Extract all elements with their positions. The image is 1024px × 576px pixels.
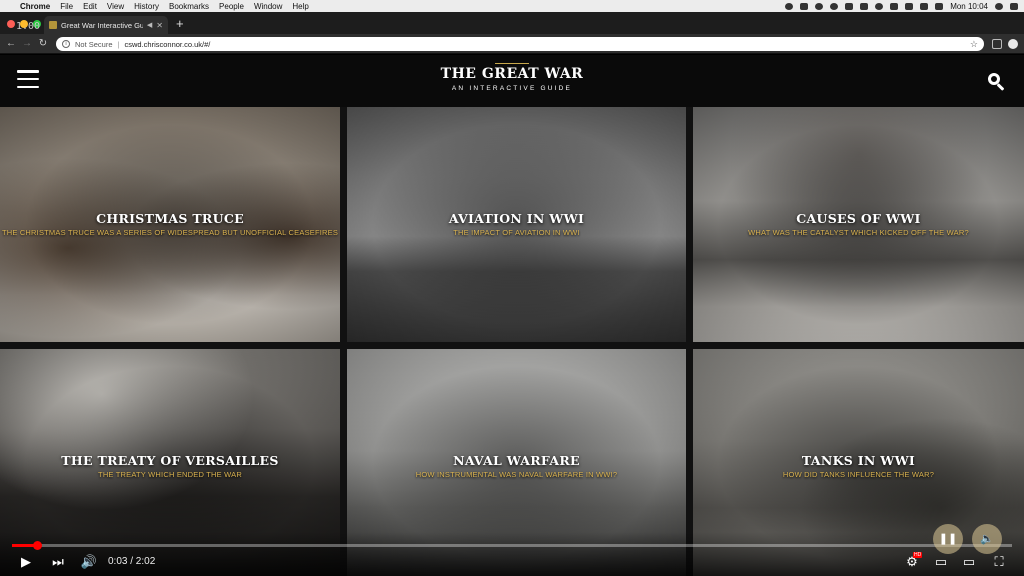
tile-subtitle: THE IMPACT OF AVIATION IN WWI: [453, 228, 580, 237]
cast-icon[interactable]: [860, 2, 869, 10]
creative-cloud-icon[interactable]: [845, 2, 854, 10]
menu-people[interactable]: People: [219, 2, 244, 11]
tile-subtitle: THE TREATY WHICH ENDED THE WAR: [98, 470, 242, 479]
site-header: THE GREAT WAR AN INTERACTIVE GUIDE: [0, 55, 1024, 107]
extension-icon[interactable]: [992, 39, 1002, 49]
close-window-icon[interactable]: [7, 20, 15, 28]
tile-subtitle: WHAT WAS THE CATALYST WHICH KICKED OFF T…: [748, 228, 969, 237]
clock-icon[interactable]: [875, 2, 884, 10]
menu-app-name[interactable]: Chrome: [20, 2, 50, 11]
wifi-icon[interactable]: [905, 2, 914, 10]
menu-history[interactable]: History: [134, 2, 159, 11]
topic-grid: CHRISTMAS TRUCE THE CHRISTMAS TRUCE WAS …: [0, 107, 1024, 576]
tile-subtitle: HOW INSTRUMENTAL WAS NAVAL WARFARE IN WW…: [415, 470, 618, 479]
fullscreen-icon[interactable]: ⛶: [990, 552, 1008, 572]
app-menu: Chrome File Edit View History Bookmarks …: [20, 2, 309, 11]
site-subtitle: AN INTERACTIVE GUIDE: [451, 85, 573, 92]
favicon-icon: [49, 21, 57, 29]
tab-audio-icon[interactable]: ◀: [147, 21, 152, 29]
tile-subtitle: HOW DID TANKS INFLUENCE THE WAR?: [782, 470, 935, 479]
url-separator: |: [117, 39, 120, 49]
play-icon[interactable]: ▶: [18, 552, 34, 572]
tab-close-icon[interactable]: ✕: [156, 21, 163, 30]
tile-title: TANKS IN WWI: [801, 453, 916, 468]
tile-subtitle: THE CHRISTMAS TRUCE WAS A SERIES OF WIDE…: [1, 228, 339, 237]
record-icon[interactable]: [785, 2, 794, 10]
scrubber-handle[interactable]: [33, 541, 42, 550]
video-player-controls: ▶ ⏭ 🔊 0:03 / 2:02 ⚙ HD ▭ ▭ ⛶: [0, 532, 1024, 576]
site-logo[interactable]: THE GREAT WAR AN INTERACTIVE GUIDE: [412, 63, 612, 92]
back-arrow-icon[interactable]: ←: [4, 36, 18, 52]
overlay-counter: 1.00: [16, 21, 41, 32]
logo-rule: [495, 63, 529, 64]
menu-edit[interactable]: Edit: [83, 2, 97, 11]
flag-icon[interactable]: [920, 2, 929, 10]
reload-icon[interactable]: ↻: [36, 36, 50, 52]
notification-center-icon[interactable]: [1010, 2, 1018, 10]
miniplayer-icon[interactable]: ▭: [932, 552, 950, 572]
forward-arrow-icon[interactable]: →: [20, 36, 34, 52]
tile-title: AVIATION IN WWI: [448, 211, 585, 226]
address-bar[interactable]: i Not Secure | cswd.chrisconnor.co.uk/#/…: [56, 37, 984, 51]
tile-title: CHRISTMAS TRUCE: [96, 211, 244, 226]
site-title: THE GREAT WAR: [440, 66, 584, 82]
menu-file[interactable]: File: [60, 2, 73, 11]
mute-icon[interactable]: 🔈: [972, 524, 1002, 554]
menu-help[interactable]: Help: [292, 2, 308, 11]
hamburger-menu-icon[interactable]: [17, 70, 39, 88]
battery-icon[interactable]: [935, 2, 944, 10]
pause-icon[interactable]: ❚❚: [933, 524, 963, 554]
theater-mode-icon[interactable]: ▭: [960, 552, 978, 572]
vpn-icon[interactable]: [830, 2, 839, 10]
tile-christmas-truce[interactable]: CHRISTMAS TRUCE THE CHRISTMAS TRUCE WAS …: [0, 107, 340, 342]
sync-icon[interactable]: [815, 2, 824, 10]
new-tab-icon[interactable]: +: [176, 16, 184, 32]
volume-icon[interactable]: 🔊: [80, 552, 98, 572]
security-label: Not Secure: [75, 39, 113, 49]
tile-title: NAVAL WARFARE: [453, 453, 580, 468]
macos-menubar: Chrome File Edit View History Bookmarks …: [0, 0, 1024, 12]
status-icons: Mon 10:04: [785, 2, 1018, 11]
time-display: 0:03 / 2:02: [108, 556, 156, 567]
tile-title: THE TREATY OF VERSAILLES: [61, 453, 279, 468]
next-icon[interactable]: ⏭: [50, 552, 66, 572]
tile-title: CAUSES OF WWI: [796, 211, 921, 226]
menu-view[interactable]: View: [107, 2, 124, 11]
menu-bookmarks[interactable]: Bookmarks: [169, 2, 209, 11]
bluetooth-icon[interactable]: [890, 2, 899, 10]
dropbox-icon[interactable]: [800, 2, 809, 10]
profile-avatar-icon[interactable]: [1008, 39, 1018, 49]
browser-tab-strip: 1.00 Great War Interactive Guid ◀ ✕ +: [0, 12, 1024, 34]
hd-badge: HD: [913, 552, 923, 558]
browser-tab-active[interactable]: Great War Interactive Guid ◀ ✕: [44, 16, 168, 34]
search-icon[interactable]: [988, 73, 1006, 91]
tab-title: Great War Interactive Guid: [61, 20, 143, 30]
url-text[interactable]: cswd.chrisconnor.co.uk/#/: [124, 40, 210, 49]
tile-aviation[interactable]: AVIATION IN WWI THE IMPACT OF AVIATION I…: [347, 107, 686, 342]
tile-causes[interactable]: CAUSES OF WWI WHAT WAS THE CATALYST WHIC…: [693, 107, 1024, 342]
spotlight-icon[interactable]: [995, 2, 1003, 10]
browser-toolbar: ← → ↻ i Not Secure | cswd.chrisconnor.co…: [0, 34, 1024, 54]
menu-window[interactable]: Window: [254, 2, 282, 11]
info-icon[interactable]: i: [62, 40, 70, 48]
bookmark-star-icon[interactable]: ☆: [970, 39, 978, 50]
progress-bar[interactable]: [12, 541, 1012, 550]
menubar-clock[interactable]: Mon 10:04: [950, 2, 988, 11]
